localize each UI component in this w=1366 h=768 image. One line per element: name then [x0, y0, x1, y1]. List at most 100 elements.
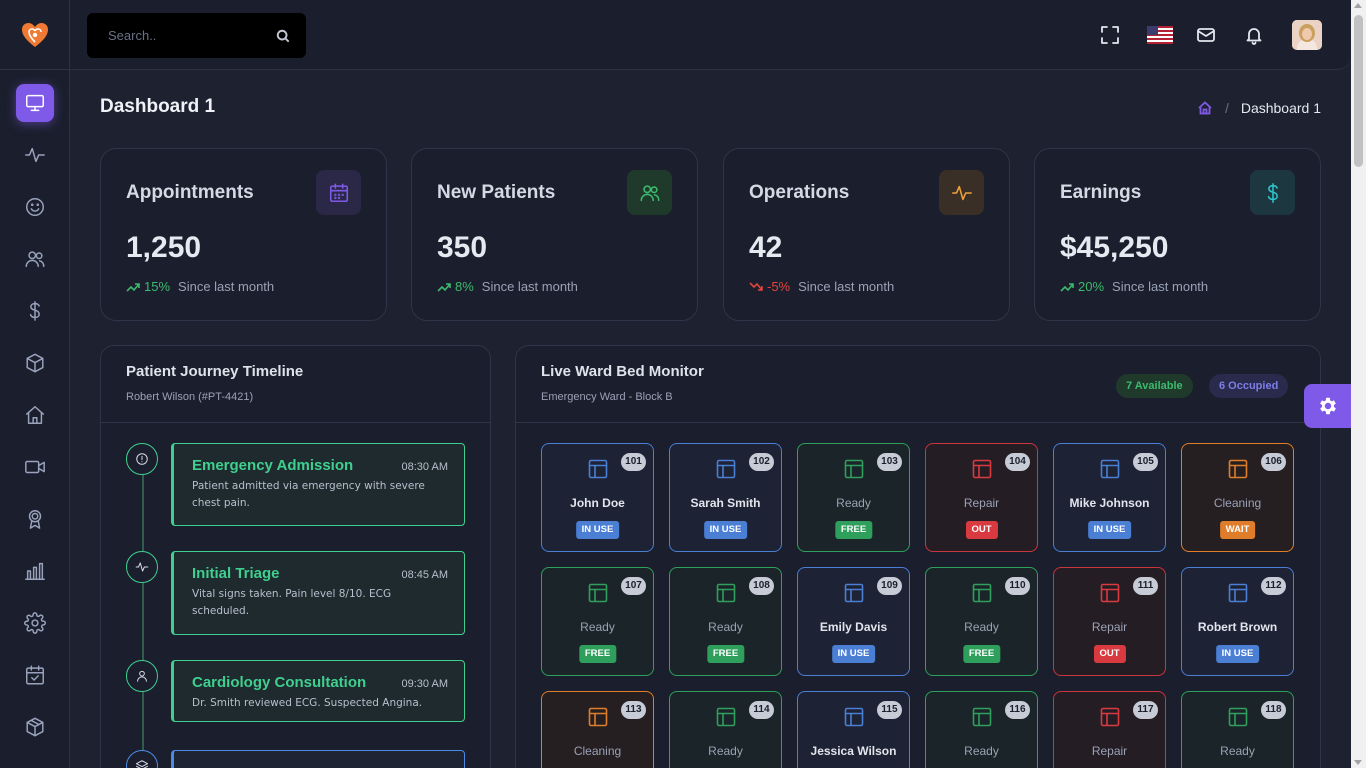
bed-card-114[interactable]: 114 Ready	[669, 691, 782, 768]
breadcrumb: / Dashboard 1	[1197, 100, 1321, 116]
bed-status-badge: IN USE	[703, 521, 748, 539]
settings-icon	[24, 612, 46, 634]
bed-occupant: John Doe	[570, 496, 625, 510]
bed-occupant: Ready	[1220, 744, 1255, 758]
bed-layout-icon	[588, 459, 608, 479]
sidebar-item-home[interactable]	[16, 396, 54, 434]
timeline-panel: Patient Journey Timeline Robert Wilson (…	[100, 345, 491, 768]
bed-status-badge: OUT	[1093, 645, 1126, 663]
sidebar-item-package[interactable]	[16, 708, 54, 746]
sidebar-item-video[interactable]	[16, 448, 54, 486]
bed-status-badge: WAIT	[1219, 521, 1256, 539]
sidebar-item-activity[interactable]	[16, 136, 54, 174]
sidebar-item-award[interactable]	[16, 500, 54, 538]
bed-layout-icon	[844, 583, 864, 603]
home-icon	[26, 406, 44, 424]
stat-label: New Patients	[437, 182, 556, 203]
bed-number: 110	[1005, 577, 1030, 595]
bed-occupant: Cleaning	[573, 744, 622, 758]
bed-number: 113	[621, 701, 646, 719]
sidebar-item-monitor[interactable]	[16, 84, 54, 122]
bed-card-112[interactable]: 112 Robert Brown IN USE	[1181, 567, 1294, 676]
bed-occupant: Repair	[1091, 620, 1128, 634]
trend-down-icon	[749, 281, 763, 291]
fullscreen-icon[interactable]	[1099, 24, 1121, 46]
sidebar-item-calendar-check[interactable]	[16, 656, 54, 694]
bed-card-105[interactable]: 105 Mike Johnson IN USE	[1053, 443, 1166, 552]
bed-card-115[interactable]: 115 Jessica Wilson	[797, 691, 910, 768]
bed-status-badge: IN USE	[575, 521, 620, 539]
timeline-line	[142, 458, 144, 768]
trend-up-icon	[1060, 282, 1074, 292]
bar-chart-icon	[25, 562, 45, 580]
timeline-event-card[interactable]: Emergency Admission 08:30 AM Patient admit…	[171, 443, 465, 526]
bed-card-103[interactable]: 103 Ready FREE	[797, 443, 910, 552]
search-icon[interactable]	[276, 29, 290, 43]
gear-icon	[1319, 397, 1336, 415]
bed-card-111[interactable]: 111 Repair OUT	[1053, 567, 1166, 676]
scroll-down-arrow[interactable]	[1354, 760, 1362, 765]
bed-occupant: Emily Davis	[819, 620, 888, 634]
ward-panel: Live Ward Bed Monitor Emergency Ward - B…	[515, 345, 1321, 768]
sidebar-item-dollar[interactable]	[16, 292, 54, 330]
bed-number: 116	[1005, 701, 1030, 719]
us-flag-icon[interactable]	[1147, 24, 1173, 46]
bed-card-106[interactable]: 106 Cleaning WAIT	[1181, 443, 1294, 552]
bed-card-109[interactable]: 109 Emily Davis IN USE	[797, 567, 910, 676]
bed-occupant: Sarah Smith	[690, 496, 761, 510]
stat-label: Operations	[749, 182, 850, 203]
stat-since: Since last month	[481, 279, 578, 294]
bed-card-101[interactable]: 101 John Doe IN USE	[541, 443, 654, 552]
scrollbar[interactable]	[1351, 0, 1366, 768]
bed-card-113[interactable]: 113 Cleaning	[541, 691, 654, 768]
bed-card-116[interactable]: 116 Ready	[925, 691, 1038, 768]
stat-label: Earnings	[1060, 182, 1142, 203]
bed-layout-icon	[1228, 459, 1248, 479]
logo[interactable]	[0, 0, 69, 70]
stat-percent: 20%	[1078, 279, 1105, 294]
timeline-event-card[interactable]: Cardiology Consultation 09:30 AM Dr. Smith…	[171, 660, 465, 722]
ward-title: Live Ward Bed Monitor	[541, 363, 704, 380]
sidebar-item-settings[interactable]	[16, 604, 54, 642]
bed-layout-icon	[1100, 459, 1120, 479]
bed-layout-icon	[972, 707, 992, 727]
sidebar-item-smile[interactable]	[16, 188, 54, 226]
page-title: Dashboard 1	[100, 96, 216, 117]
bed-card-102[interactable]: 102 Sarah Smith IN USE	[669, 443, 782, 552]
bed-status-badge: OUT	[965, 521, 998, 539]
timeline-event-card[interactable]	[171, 750, 465, 768]
bed-layout-icon	[1228, 707, 1248, 727]
video-icon	[25, 460, 45, 474]
scroll-thumb[interactable]	[1354, 15, 1363, 167]
home-icon[interactable]	[1197, 100, 1213, 116]
bed-occupant: Ready	[708, 744, 743, 758]
bell-icon[interactable]	[1243, 24, 1265, 46]
event-time: 09:30 AM	[401, 678, 448, 690]
bed-card-104[interactable]: 104 Repair OUT	[925, 443, 1038, 552]
divider	[101, 422, 490, 423]
bed-card-107[interactable]: 107 Ready FREE	[541, 567, 654, 676]
sidebar-item-bar-chart[interactable]	[16, 552, 54, 590]
bed-status-badge: IN USE	[1215, 645, 1260, 663]
settings-fab[interactable]	[1304, 384, 1351, 428]
search-box	[87, 13, 306, 58]
bed-card-110[interactable]: 110 Ready FREE	[925, 567, 1038, 676]
scroll-up-arrow[interactable]	[1354, 3, 1362, 8]
event-description: Patient admitted via emergency with seve…	[192, 480, 425, 509]
mail-icon[interactable]	[1195, 24, 1217, 46]
search-input[interactable]	[108, 28, 276, 43]
timeline-event-card[interactable]: Initial Triage 08:45 AM Vital signs taken.…	[171, 551, 465, 635]
sidebar-item-users[interactable]	[16, 240, 54, 278]
bed-occupant: Repair	[963, 496, 1000, 510]
stat-card-earnings: Earnings $45,250 20% Since last month	[1034, 148, 1321, 321]
avatar[interactable]	[1292, 20, 1322, 50]
bed-card-117[interactable]: 117 Repair	[1053, 691, 1166, 768]
bed-card-108[interactable]: 108 Ready FREE	[669, 567, 782, 676]
sidebar-item-box[interactable]	[16, 344, 54, 382]
bed-occupant: Ready	[964, 620, 999, 634]
bed-number: 104	[1005, 453, 1030, 471]
bed-number: 112	[1261, 577, 1286, 595]
bed-layout-icon	[844, 707, 864, 727]
bed-card-118[interactable]: 118 Ready	[1181, 691, 1294, 768]
stat-trend: 20% Since last month	[1060, 279, 1208, 294]
